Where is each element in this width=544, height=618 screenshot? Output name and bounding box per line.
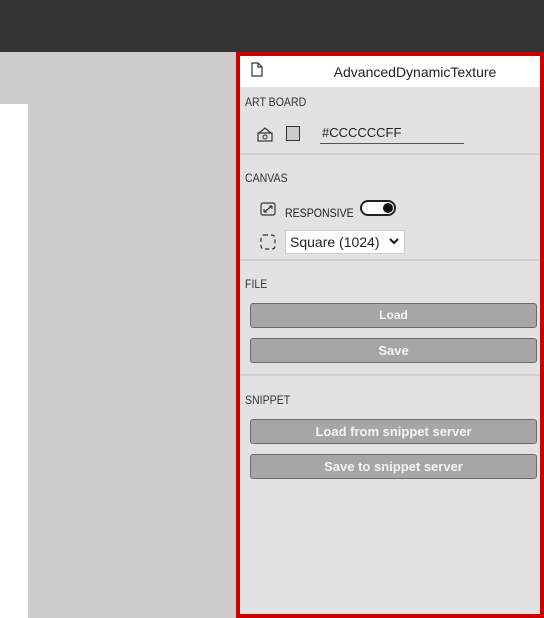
toggle-knob bbox=[383, 203, 393, 213]
responsive-toggle[interactable] bbox=[360, 200, 396, 216]
artboard-canvas[interactable] bbox=[0, 104, 28, 618]
separator bbox=[240, 259, 540, 261]
section-label-snippet: SNIPPET bbox=[245, 393, 291, 407]
chevron-down-icon bbox=[389, 238, 399, 245]
section-label-canvas: CANVAS bbox=[245, 171, 288, 185]
responsive-label: RESPONSIVE bbox=[285, 206, 354, 220]
separator bbox=[240, 153, 540, 155]
panel-title: AdvancedDynamicTexture bbox=[333, 64, 497, 80]
dashed-frame-icon bbox=[260, 234, 276, 250]
document-icon bbox=[251, 62, 263, 77]
canvas-size-select[interactable]: Square (1024) bbox=[285, 230, 405, 254]
panel-header: AdvancedDynamicTexture bbox=[240, 56, 540, 87]
separator bbox=[240, 374, 540, 376]
resize-icon bbox=[260, 202, 276, 216]
canvas-size-value: Square (1024) bbox=[290, 234, 380, 250]
section-label-file: FILE bbox=[245, 277, 268, 291]
color-swatch[interactable] bbox=[286, 126, 300, 141]
top-toolbar bbox=[0, 0, 544, 52]
load-from-snippet-button[interactable]: Load from snippet server bbox=[250, 419, 537, 444]
workspace-area[interactable] bbox=[0, 52, 236, 618]
load-button[interactable]: Load bbox=[250, 303, 537, 328]
save-button[interactable]: Save bbox=[250, 338, 537, 363]
property-panel: AdvancedDynamicTexture ART BOARD CANVAS … bbox=[236, 52, 544, 618]
save-to-snippet-button[interactable]: Save to snippet server bbox=[250, 454, 537, 479]
section-label-art-board: ART BOARD bbox=[245, 95, 307, 109]
color-hex-input[interactable] bbox=[320, 122, 464, 144]
paint-bucket-icon bbox=[257, 127, 273, 142]
